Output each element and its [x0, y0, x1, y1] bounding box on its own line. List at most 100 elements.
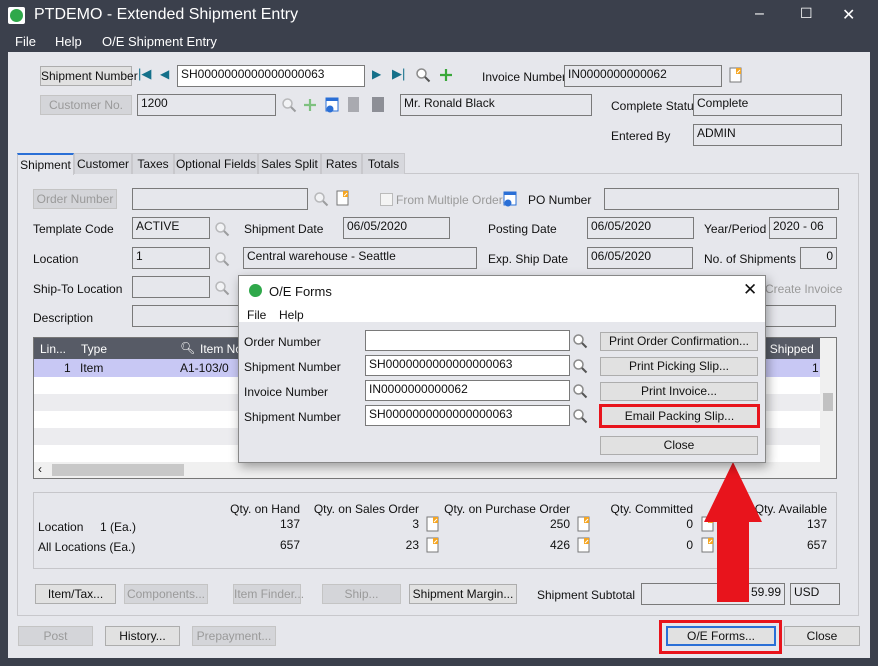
location-input[interactable]: 1 [132, 247, 210, 269]
complete-status-input: Complete [693, 94, 842, 116]
item-finder-button: Item Finder... [233, 584, 304, 604]
row-line: 1 [64, 361, 71, 375]
column-header-type[interactable]: Type [81, 342, 107, 356]
dialog-close-button[interactable]: Close [600, 436, 758, 455]
window-title: PTDEMO - Extended Shipment Entry [34, 6, 299, 23]
exp-ship-date-input[interactable]: 06/05/2020 [587, 247, 693, 269]
tab-optional-fields[interactable]: Optional Fields [174, 153, 258, 174]
order-number-button: Order Number [33, 189, 117, 209]
template-code-input[interactable]: ACTIVE [132, 217, 210, 239]
close-window-button[interactable]: ✕ [842, 5, 855, 25]
close-button[interactable]: Close [784, 626, 860, 646]
oe-forms-dialog: O/E Forms ✕ File Help Order Number Shipm… [238, 275, 766, 463]
search-icon[interactable] [214, 251, 230, 267]
shipment-number-input[interactable]: SH0000000000000000063 [177, 65, 365, 87]
qty-value: 3 [412, 517, 419, 531]
dialog-menu-file[interactable]: File [247, 308, 266, 322]
oe-forms-button[interactable]: O/E Forms... [666, 626, 776, 646]
dialog-close-icon[interactable]: ✕ [743, 280, 757, 300]
tab-shipment[interactable]: Shipment [17, 153, 74, 175]
currency-input: USD [790, 583, 840, 605]
year-period-label: Year/Period [704, 222, 767, 236]
column-header-item-no[interactable]: Item No [200, 342, 242, 356]
add-icon [302, 97, 318, 113]
tab-totals[interactable]: Totals [362, 153, 405, 174]
zoom-icon[interactable] [425, 537, 441, 553]
add-icon[interactable] [438, 67, 454, 83]
invoice-number-input[interactable]: IN0000000000062 [365, 380, 570, 401]
scroll-left-icon[interactable]: ‹ [38, 462, 42, 476]
search-icon[interactable] [572, 408, 588, 424]
tab-taxes[interactable]: Taxes [132, 153, 174, 174]
column-header-line[interactable]: Lin... [40, 342, 66, 356]
search-icon[interactable] [572, 358, 588, 374]
template-code-label: Template Code [33, 222, 114, 236]
menu-oe-shipment-entry[interactable]: O/E Shipment Entry [102, 34, 217, 49]
search-icon[interactable] [214, 221, 230, 237]
menu-help[interactable]: Help [55, 34, 82, 49]
next-record-icon[interactable]: ▶ [372, 67, 381, 81]
customer-no-input[interactable]: 1200 [137, 94, 276, 116]
history-button[interactable]: History... [105, 626, 180, 646]
order-number-input[interactable] [365, 330, 570, 351]
print-invoice-button[interactable]: Print Invoice... [600, 382, 758, 401]
exp-ship-date-label: Exp. Ship Date [488, 252, 569, 266]
zoom-icon[interactable] [728, 67, 744, 83]
search-icon[interactable] [415, 67, 431, 83]
last-record-icon[interactable]: ▶| [392, 66, 405, 82]
email-shipment-number-input[interactable]: SH0000000000000000063 [365, 405, 570, 426]
search-icon[interactable] [214, 280, 230, 296]
description-label: Description [33, 311, 94, 325]
email-packing-slip-button[interactable]: Email Packing Slip... [599, 404, 760, 428]
shipment-date-input[interactable]: 06/05/2020 [343, 217, 450, 239]
title-bar: PTDEMO - Extended Shipment Entry – ☐ ✕ [0, 0, 878, 32]
dialog-title: O/E Forms [269, 284, 332, 299]
ship-to-location-input[interactable] [132, 276, 210, 298]
print-order-confirmation-button[interactable]: Print Order Confirmation... [600, 332, 758, 351]
red-arrow-annotation [704, 462, 762, 602]
shipment-margin-button[interactable]: Shipment Margin... [409, 584, 517, 604]
zoom-icon[interactable] [425, 516, 441, 532]
dialog-menu-help[interactable]: Help [279, 308, 304, 322]
zoom-icon[interactable] [576, 537, 592, 553]
po-number-label: PO Number [528, 193, 592, 207]
order-number-label: Order Number [244, 335, 321, 349]
previous-record-icon[interactable]: ◀ [160, 67, 169, 81]
info-icon[interactable] [502, 191, 518, 207]
info-icon[interactable] [324, 97, 340, 113]
column-header-qty-shipped[interactable]: y. Shipped [758, 342, 814, 356]
from-multiple-orders-checkbox[interactable] [380, 193, 393, 206]
print-picking-slip-button[interactable]: Print Picking Slip... [600, 357, 758, 376]
zoom-icon[interactable] [335, 190, 351, 206]
tab-sales-split[interactable]: Sales Split [258, 153, 321, 174]
search-icon[interactable] [572, 333, 588, 349]
zoom-icon[interactable] [576, 516, 592, 532]
minimize-button[interactable]: – [755, 5, 764, 23]
year-period-input[interactable]: 2020 - 06 [769, 217, 837, 239]
shipment-number-label: Shipment Number [244, 410, 341, 424]
entered-by-label: Entered By [611, 129, 671, 143]
first-record-icon[interactable]: |◀ [138, 66, 151, 82]
search-icon [313, 191, 329, 207]
document-search-icon[interactable] [372, 97, 384, 112]
vertical-scrollbar[interactable] [820, 338, 836, 462]
tab-customer[interactable]: Customer [74, 153, 132, 174]
search-icon[interactable] [572, 383, 588, 399]
shipment-number-input[interactable]: SH0000000000000000063 [365, 355, 570, 376]
invoice-number-input[interactable]: IN0000000000062 [564, 65, 722, 87]
qty-value: 0 [686, 517, 693, 531]
posting-date-input[interactable]: 06/05/2020 [587, 217, 694, 239]
item-search-icon[interactable]: 🔍︎ [180, 341, 195, 355]
qty-on-sales-order-header: Qty. on Sales Order [313, 502, 419, 516]
item-tax-button[interactable]: Item/Tax... [35, 584, 116, 604]
menu-file[interactable]: File [15, 34, 36, 49]
from-multiple-orders-label: From Multiple Orders [396, 193, 509, 207]
row-item: A1-103/0 [180, 361, 229, 375]
tab-rates[interactable]: Rates [321, 153, 362, 174]
po-number-input[interactable] [604, 188, 839, 210]
create-invoice-label: Create Invoice [765, 282, 843, 296]
order-number-input[interactable] [132, 188, 308, 210]
maximize-button[interactable]: ☐ [800, 5, 813, 22]
shipment-number-button[interactable]: Shipment Number [40, 66, 138, 86]
entered-by-input: ADMIN [693, 124, 842, 146]
